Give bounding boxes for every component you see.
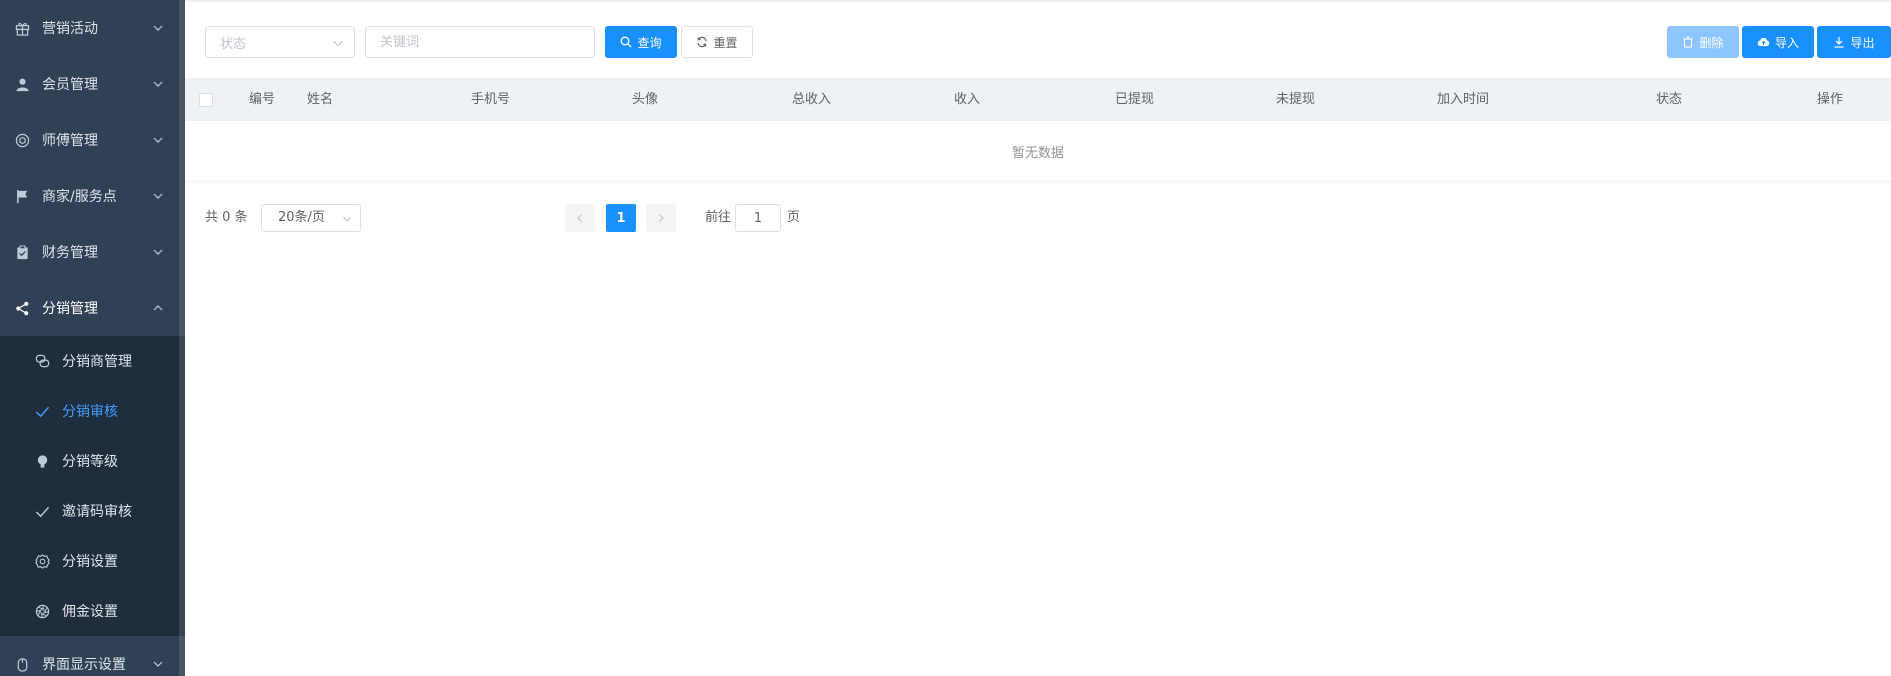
chevron-up-icon xyxy=(153,305,163,311)
delete-button-label: 删除 xyxy=(1699,35,1724,50)
column-header-actions[interactable]: 操作 xyxy=(1817,78,1843,121)
sidebar-item-members[interactable]: 会员管理 xyxy=(0,56,185,112)
chevron-left-icon xyxy=(577,214,582,222)
top-divider xyxy=(185,0,1891,2)
table-empty-text: 暂无数据 xyxy=(185,122,1891,182)
check-icon xyxy=(34,403,50,419)
chevron-down-icon xyxy=(153,137,163,143)
sidebar-item-label: 分销管理 xyxy=(42,301,98,317)
sidebar-subitem-label: 佣金设置 xyxy=(62,604,118,620)
import-button[interactable]: 导入 xyxy=(1742,26,1814,58)
sidebar-subitem-label: 邀请码审核 xyxy=(62,504,132,520)
pagination-total: 共 0 条 xyxy=(205,210,248,225)
aperture-icon xyxy=(34,603,50,619)
sidebar-item-masters[interactable]: 师傅管理 xyxy=(0,112,185,168)
keyword-input[interactable] xyxy=(365,26,595,58)
sidebar-subitem-label: 分销设置 xyxy=(62,554,118,570)
chevron-down-icon xyxy=(343,217,351,222)
filter-toolbar: 状态 查询 重置 删除 导入 导出 xyxy=(205,26,1891,58)
column-header-id[interactable]: 编号 xyxy=(249,78,275,121)
column-header-income[interactable]: 收入 xyxy=(954,78,980,121)
chevron-down-icon xyxy=(153,249,163,255)
sidebar-subitem-invite-code-review[interactable]: 邀请码审核 xyxy=(0,486,185,536)
column-header-name[interactable]: 姓名 xyxy=(307,78,333,121)
sidebar-item-distribution[interactable]: 分销管理 xyxy=(0,280,185,336)
chat-icon xyxy=(34,353,50,369)
export-button[interactable]: 导出 xyxy=(1817,26,1891,58)
sidebar-subitem-distributors[interactable]: 分销商管理 xyxy=(0,336,185,386)
sidebar-subitem-label: 分销商管理 xyxy=(62,354,132,370)
sidebar-subitem-distribution-settings[interactable]: 分销设置 xyxy=(0,536,185,586)
chevron-down-icon xyxy=(153,25,163,31)
status-select[interactable]: 状态 xyxy=(205,26,355,58)
sidebar: 营销活动 会员管理 师傅管理 商家/服务点 财务管理 分销管理 分销商管理 分销… xyxy=(0,0,185,676)
sidebar-item-label: 师傅管理 xyxy=(42,133,98,149)
search-button-label: 查询 xyxy=(637,35,662,50)
search-icon xyxy=(621,36,632,48)
column-header-not-withdrawn[interactable]: 未提现 xyxy=(1276,78,1315,121)
chevron-down-icon xyxy=(333,40,343,47)
user-icon xyxy=(14,76,30,92)
column-header-phone[interactable]: 手机号 xyxy=(471,78,510,121)
download-icon xyxy=(1834,37,1844,48)
lifebuoy-icon xyxy=(14,132,30,148)
column-header-status[interactable]: 状态 xyxy=(1656,78,1682,121)
sidebar-subitem-distribution-review[interactable]: 分销审核 xyxy=(0,386,185,436)
check-icon xyxy=(34,503,50,519)
cloud-upload-icon xyxy=(1757,37,1770,46)
sidebar-item-display-settings[interactable]: 界面显示设置 xyxy=(0,636,185,676)
share-icon xyxy=(14,300,30,316)
sidebar-item-label: 商家/服务点 xyxy=(42,189,117,205)
table-header: 编号 姓名 手机号 头像 总收入 收入 已提现 未提现 加入时间 状态 操作 xyxy=(185,78,1891,121)
page-size-value: 20条/页 xyxy=(278,210,325,225)
mouse-icon xyxy=(14,656,30,672)
pagination: 共 0 条 20条/页 1 前往 页 xyxy=(205,204,905,232)
status-select-placeholder: 状态 xyxy=(220,36,247,52)
goto-prefix: 前往 xyxy=(705,210,732,225)
chevron-down-icon xyxy=(153,81,163,87)
gear-icon xyxy=(34,553,50,569)
sidebar-item-label: 财务管理 xyxy=(42,245,98,261)
clipboard-icon xyxy=(14,244,30,260)
sidebar-item-label: 界面显示设置 xyxy=(42,657,126,673)
flag-icon xyxy=(14,188,30,204)
export-button-label: 导出 xyxy=(1850,35,1875,50)
import-button-label: 导入 xyxy=(1774,35,1799,50)
sidebar-subitem-label: 分销等级 xyxy=(62,454,118,470)
chevron-down-icon xyxy=(153,193,163,199)
select-all-checkbox[interactable] xyxy=(199,93,213,107)
sidebar-subitem-label: 分销审核 xyxy=(62,404,118,420)
chevron-right-icon xyxy=(659,214,664,222)
column-header-avatar[interactable]: 头像 xyxy=(632,78,658,121)
page-size-select[interactable]: 20条/页 xyxy=(261,204,361,232)
main-content: 状态 查询 重置 删除 导入 导出 xyxy=(185,0,1891,676)
column-header-withdrawn[interactable]: 已提现 xyxy=(1115,78,1154,121)
sidebar-item-label: 营销活动 xyxy=(42,21,98,37)
prev-page-button[interactable] xyxy=(565,204,595,232)
search-button[interactable]: 查询 xyxy=(605,26,677,58)
page-number-current[interactable]: 1 xyxy=(606,204,636,232)
goto-page-input[interactable] xyxy=(735,204,781,232)
sidebar-subitem-commission-settings[interactable]: 佣金设置 xyxy=(0,586,185,636)
sidebar-item-merchants[interactable]: 商家/服务点 xyxy=(0,168,185,224)
trash-icon xyxy=(1683,36,1693,48)
column-header-total-income[interactable]: 总收入 xyxy=(792,78,831,121)
sidebar-subitem-distribution-level[interactable]: 分销等级 xyxy=(0,436,185,486)
goto-suffix: 页 xyxy=(787,210,801,225)
reset-button[interactable]: 重置 xyxy=(681,26,753,58)
reset-button-label: 重置 xyxy=(713,35,738,50)
sidebar-item-label: 会员管理 xyxy=(42,77,98,93)
next-page-button[interactable] xyxy=(646,204,676,232)
refresh-icon xyxy=(697,36,708,48)
chevron-down-icon xyxy=(153,661,163,667)
sidebar-item-finance[interactable]: 财务管理 xyxy=(0,224,185,280)
gift-icon xyxy=(14,20,30,36)
bulb-icon xyxy=(34,453,50,469)
sidebar-item-marketing[interactable]: 营销活动 xyxy=(0,0,185,56)
delete-button[interactable]: 删除 xyxy=(1667,26,1739,58)
submenu-distribution: 分销商管理 分销审核 分销等级 邀请码审核 分销设置 佣金设置 xyxy=(0,336,185,636)
column-header-join-time[interactable]: 加入时间 xyxy=(1437,78,1489,121)
